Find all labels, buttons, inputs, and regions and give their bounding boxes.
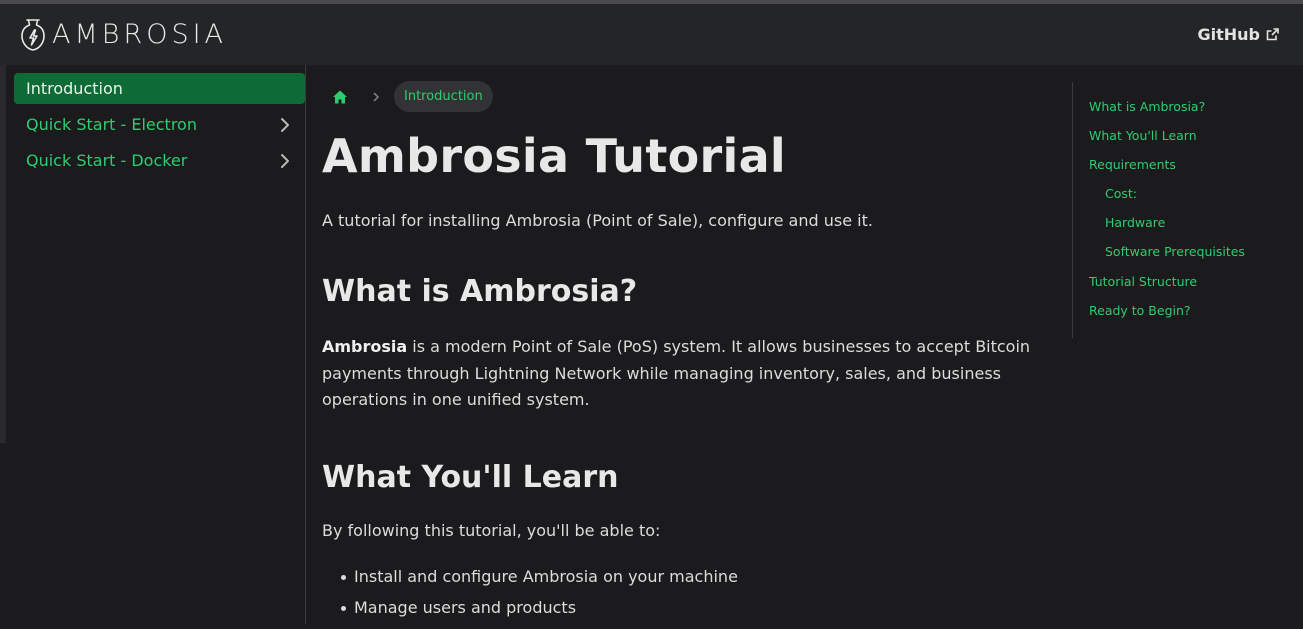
chevron-right-icon[interactable]	[279, 152, 291, 170]
bold-term: Ambrosia	[322, 337, 408, 356]
page-title: Ambrosia Tutorial	[322, 129, 786, 183]
github-label: GitHub	[1197, 25, 1261, 44]
list-item-text: Install and configure Ambrosia on your m…	[354, 566, 738, 586]
section-paragraph: Ambrosia is a modern Point of Sale (PoS)…	[322, 334, 1042, 414]
toc-item-hardware[interactable]: Hardware	[1073, 214, 1292, 243]
toc-item-what-is-ambrosia[interactable]: What is Ambrosia?	[1073, 98, 1292, 127]
list-item: Manage users and products	[322, 598, 1052, 618]
navbar: AMBROSIA GitHub	[0, 4, 1303, 65]
sidebar-item-quick-start-docker[interactable]: Quick Start - Docker	[14, 145, 305, 176]
github-link[interactable]: GitHub	[1198, 25, 1280, 44]
list-item: Install and configure Ambrosia on your m…	[322, 567, 1052, 587]
amphora-logo-icon	[21, 18, 45, 51]
toc-item-software-prerequisites[interactable]: Software Prerequisites	[1073, 243, 1292, 272]
sidebar-item-label: Quick Start - Electron	[26, 115, 197, 134]
docs-sidebar: Introduction Quick Start - Electron Quic…	[6, 65, 306, 624]
external-link-icon	[1266, 28, 1279, 41]
toc-item-what-youll-learn[interactable]: What You'll Learn	[1073, 127, 1292, 156]
home-icon[interactable]	[332, 89, 348, 105]
toc-item-tutorial-structure[interactable]: Tutorial Structure	[1073, 273, 1292, 302]
page-lead: A tutorial for installing Ambrosia (Poin…	[322, 211, 873, 230]
section-heading-what-youll-learn: What You'll Learn	[322, 459, 619, 495]
sidebar-item-label: Introduction	[26, 79, 123, 98]
doc-content: Introduction Ambrosia Tutorial A tutoria…	[322, 65, 1052, 629]
sidebar-item-label: Quick Start - Docker	[26, 151, 188, 170]
section-intro: By following this tutorial, you'll be ab…	[322, 520, 661, 540]
bullet	[341, 574, 346, 580]
chevron-right-icon	[373, 92, 379, 101]
brand-link[interactable]: AMBROSIA	[20, 18, 227, 52]
breadcrumb-current: Introduction	[394, 81, 493, 112]
toc-item-requirements[interactable]: Requirements	[1073, 156, 1292, 185]
table-of-contents: What is Ambrosia? What You'll Learn Requ…	[1072, 82, 1292, 338]
section-heading-what-is: What is Ambrosia?	[322, 274, 638, 309]
sidebar-item-introduction[interactable]: Introduction	[14, 73, 305, 104]
list-item-text: Manage users and products	[354, 597, 577, 617]
toc-item-cost[interactable]: Cost:	[1073, 185, 1292, 214]
sidebar-item-quick-start-electron[interactable]: Quick Start - Electron	[14, 109, 305, 140]
brand-name: AMBROSIA	[52, 19, 228, 50]
learn-list: Install and configure Ambrosia on your m…	[322, 567, 1052, 618]
breadcrumb: Introduction	[322, 81, 1052, 112]
bullet	[341, 605, 346, 611]
paragraph-text: is a modern Point of Sale (PoS) system. …	[322, 337, 1031, 409]
chevron-right-icon[interactable]	[279, 116, 291, 134]
toc-item-ready-to-begin[interactable]: Ready to Begin?	[1073, 302, 1292, 331]
